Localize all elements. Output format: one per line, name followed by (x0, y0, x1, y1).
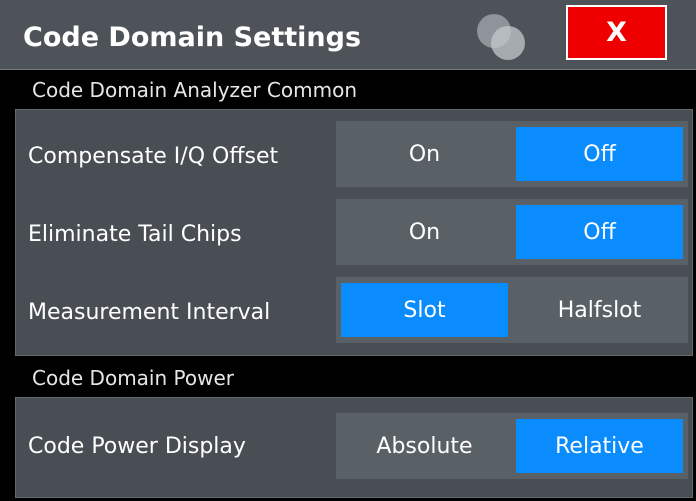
eliminate-tail-chips-toggle: On Off (336, 199, 688, 265)
code-domain-power-group: Code Power Display Absolute Relative (15, 397, 693, 498)
measurement-interval-halfslot-option[interactable]: Halfslot (516, 283, 683, 337)
code-power-display-label: Code Power Display (28, 434, 246, 459)
close-button[interactable]: X (566, 5, 667, 60)
code-domain-settings-dialog: Code Domain Settings X Code Domain Analy… (0, 0, 696, 501)
code-power-display-relative-option[interactable]: Relative (516, 419, 683, 473)
measurement-interval-slot-option[interactable]: Slot (341, 283, 508, 337)
measurement-interval-toggle: Slot Halfslot (336, 277, 688, 343)
dialog-title: Code Domain Settings (23, 22, 362, 53)
eliminate-tail-chips-on-option[interactable]: On (341, 205, 508, 259)
code-power-display-absolute-option[interactable]: Absolute (341, 419, 508, 473)
code-domain-analyzer-common-group: Compensate I/Q Offset On Off Eliminate T… (15, 109, 693, 356)
overlapping-circles-icon (477, 14, 525, 60)
section-header-code-domain-analyzer-common: Code Domain Analyzer Common (0, 71, 696, 109)
compensate-iq-offset-off-option[interactable]: Off (516, 127, 683, 181)
compensate-iq-offset-label: Compensate I/Q Offset (28, 144, 279, 169)
code-power-display-toggle: Absolute Relative (336, 413, 688, 479)
dialog-titlebar[interactable]: Code Domain Settings X (0, 0, 696, 70)
close-icon: X (606, 17, 627, 48)
compensate-iq-offset-on-option[interactable]: On (341, 127, 508, 181)
compensate-iq-offset-toggle: On Off (336, 121, 688, 187)
eliminate-tail-chips-label: Eliminate Tail Chips (28, 222, 242, 247)
section-header-code-domain-power: Code Domain Power (0, 359, 696, 397)
measurement-interval-label: Measurement Interval (28, 300, 271, 325)
eliminate-tail-chips-off-option[interactable]: Off (516, 205, 683, 259)
